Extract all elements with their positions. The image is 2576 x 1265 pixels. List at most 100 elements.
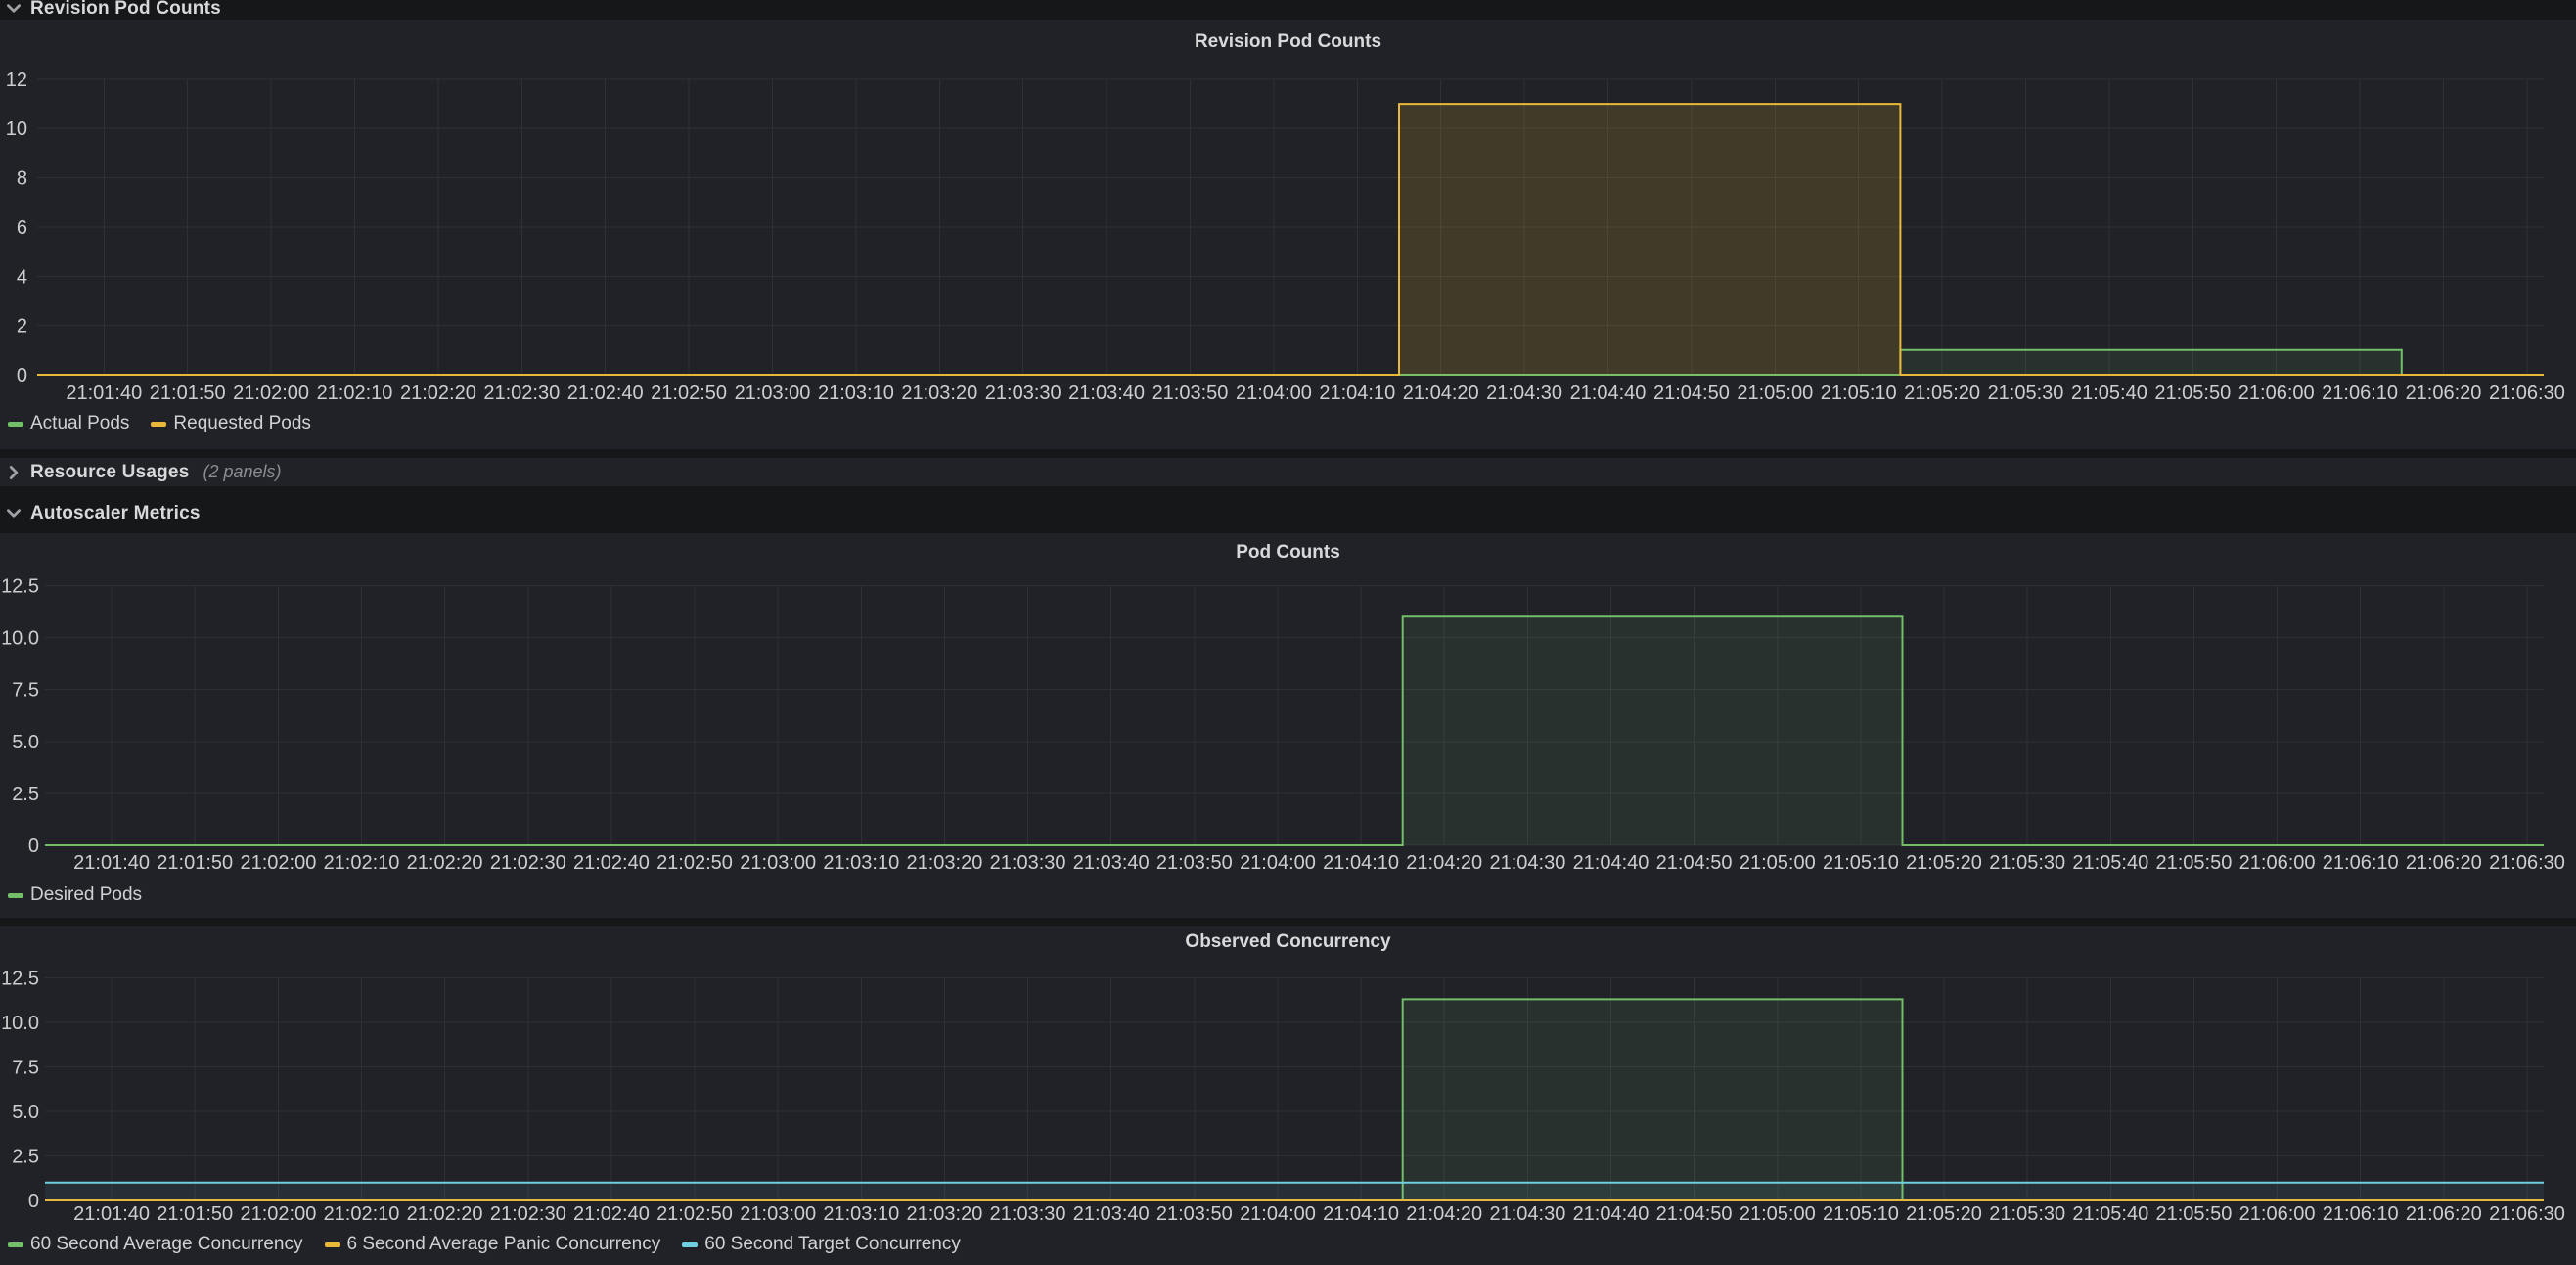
svg-text:21:02:10: 21:02:10	[324, 1203, 400, 1225]
svg-text:21:03:20: 21:03:20	[906, 852, 982, 874]
svg-text:21:04:50: 21:04:50	[1656, 852, 1733, 874]
svg-text:0: 0	[28, 1191, 39, 1212]
svg-text:21:04:30: 21:04:30	[1486, 383, 1562, 404]
legend-item[interactable]: Desired Pods	[8, 885, 142, 905]
svg-text:21:05:30: 21:05:30	[1989, 852, 2065, 874]
svg-text:21:03:50: 21:03:50	[1156, 852, 1233, 874]
legend-item[interactable]: Actual Pods	[8, 414, 129, 433]
svg-text:21:01:50: 21:01:50	[150, 383, 226, 404]
svg-text:21:03:10: 21:03:10	[823, 1203, 899, 1225]
svg-text:21:02:30: 21:02:30	[490, 1203, 566, 1225]
legend-series-marker	[325, 1242, 340, 1247]
chart-plot-revision-pod-counts[interactable]: 02468101221:01:4021:01:5021:02:0021:02:1…	[0, 20, 2576, 449]
row-header-autoscaler-metrics[interactable]: Autoscaler Metrics	[0, 494, 2576, 533]
svg-text:21:05:50: 21:05:50	[2155, 1203, 2232, 1225]
svg-text:21:05:10: 21:05:10	[1823, 1203, 1899, 1225]
svg-text:21:04:10: 21:04:10	[1319, 383, 1395, 404]
panel-observed-concurrency: Observed Concurrency 02.55.07.510.012.52…	[0, 926, 2576, 1265]
svg-text:21:01:40: 21:01:40	[73, 1203, 150, 1225]
svg-text:21:03:50: 21:03:50	[1156, 1203, 1233, 1225]
grid	[37, 79, 2544, 375]
svg-text:21:03:30: 21:03:30	[990, 1203, 1066, 1225]
svg-text:21:02:40: 21:02:40	[573, 852, 650, 874]
legend-item[interactable]: 60 Second Target Concurrency	[682, 1235, 961, 1254]
svg-text:21:05:30: 21:05:30	[1989, 1203, 2065, 1225]
row-header-resource-usages[interactable]: Resource Usages (2 panels)	[0, 458, 2576, 486]
svg-text:21:02:30: 21:02:30	[490, 852, 566, 874]
legend-item[interactable]: 6 Second Average Panic Concurrency	[325, 1235, 661, 1254]
svg-text:21:03:10: 21:03:10	[818, 383, 894, 404]
svg-text:21:01:50: 21:01:50	[157, 852, 233, 874]
svg-text:7.5: 7.5	[12, 680, 39, 701]
svg-text:21:05:10: 21:05:10	[1823, 852, 1899, 874]
legend-series-label: 60 Second Average Concurrency	[30, 1235, 303, 1254]
svg-text:12.5: 12.5	[1, 575, 39, 597]
svg-text:21:03:50: 21:03:50	[1152, 383, 1229, 404]
chart-plot-observed-concurrency[interactable]: 02.55.07.510.012.521:01:4021:01:5021:02:…	[0, 926, 2576, 1265]
svg-text:21:06:20: 21:06:20	[2406, 1203, 2482, 1225]
svg-text:21:03:00: 21:03:00	[740, 852, 816, 874]
grid	[45, 585, 2544, 845]
svg-text:10: 10	[6, 118, 27, 140]
svg-text:21:05:30: 21:05:30	[1988, 383, 2064, 404]
series-area	[37, 104, 2544, 375]
svg-text:21:01:50: 21:01:50	[157, 1203, 233, 1225]
legend-series-marker	[8, 893, 23, 898]
svg-text:21:06:10: 21:06:10	[2322, 383, 2398, 404]
svg-text:21:04:10: 21:04:10	[1323, 1203, 1399, 1225]
svg-text:21:06:30: 21:06:30	[2489, 1203, 2565, 1225]
svg-text:21:01:40: 21:01:40	[66, 383, 142, 404]
svg-text:5.0: 5.0	[12, 1102, 39, 1123]
svg-text:2: 2	[17, 316, 27, 338]
panel-pod-counts: Pod Counts 02.55.07.510.012.521:01:4021:…	[0, 533, 2576, 918]
series-line	[37, 104, 2544, 375]
row-title: Revision Pod Counts	[30, 0, 221, 18]
chart-plot-pod-counts[interactable]: 02.55.07.510.012.521:01:4021:01:5021:02:…	[0, 533, 2576, 918]
row-title: Resource Usages	[30, 462, 189, 483]
svg-text:21:05:20: 21:05:20	[1906, 852, 1982, 874]
svg-text:21:06:20: 21:06:20	[2406, 383, 2482, 404]
svg-text:21:04:50: 21:04:50	[1656, 1203, 1733, 1225]
svg-text:21:03:20: 21:03:20	[906, 1203, 982, 1225]
legend-item[interactable]: Requested Pods	[151, 414, 311, 433]
legend-item[interactable]: 60 Second Average Concurrency	[8, 1235, 303, 1254]
svg-text:0: 0	[28, 836, 39, 857]
svg-text:0: 0	[17, 365, 27, 386]
svg-text:21:04:40: 21:04:40	[1573, 1203, 1650, 1225]
svg-text:21:03:40: 21:03:40	[1068, 383, 1145, 404]
svg-text:21:05:00: 21:05:00	[1740, 1203, 1816, 1225]
dashboard: Revision Pod Counts Revision Pod Counts …	[0, 0, 2576, 1265]
svg-text:21:01:40: 21:01:40	[73, 852, 150, 874]
row-header-revision-pod-counts[interactable]: Revision Pod Counts	[0, 0, 2576, 18]
svg-text:21:04:00: 21:04:00	[1240, 852, 1316, 874]
svg-text:21:02:20: 21:02:20	[407, 1203, 483, 1225]
svg-text:21:05:40: 21:05:40	[2072, 852, 2148, 874]
svg-text:21:03:00: 21:03:00	[735, 383, 811, 404]
svg-text:21:02:10: 21:02:10	[317, 383, 393, 404]
svg-text:10.0: 10.0	[1, 628, 39, 650]
svg-text:5.0: 5.0	[12, 732, 39, 753]
svg-text:21:06:30: 21:06:30	[2489, 383, 2565, 404]
svg-text:21:04:30: 21:04:30	[1489, 1203, 1565, 1225]
svg-text:21:06:00: 21:06:00	[2239, 852, 2316, 874]
svg-text:21:03:30: 21:03:30	[990, 852, 1066, 874]
svg-text:21:05:00: 21:05:00	[1740, 852, 1816, 874]
svg-text:21:06:10: 21:06:10	[2323, 1203, 2399, 1225]
svg-text:21:03:00: 21:03:00	[740, 1203, 816, 1225]
svg-text:21:05:00: 21:05:00	[1737, 383, 1813, 404]
chevron-down-icon[interactable]	[5, 505, 23, 522]
chevron-down-icon[interactable]	[5, 0, 23, 18]
svg-text:12: 12	[6, 69, 27, 91]
chevron-right-icon[interactable]	[5, 464, 23, 481]
svg-text:2.5: 2.5	[12, 1147, 39, 1168]
legend: 60 Second Average Concurrency 6 Second Av…	[8, 1235, 961, 1254]
svg-text:21:04:20: 21:04:20	[1406, 1203, 1482, 1225]
legend-series-label: Actual Pods	[30, 414, 129, 433]
row-title: Autoscaler Metrics	[30, 503, 201, 524]
svg-text:21:02:50: 21:02:50	[651, 383, 727, 404]
grid	[45, 978, 2544, 1200]
svg-text:21:02:20: 21:02:20	[407, 852, 483, 874]
svg-text:21:03:30: 21:03:30	[985, 383, 1062, 404]
svg-text:21:06:00: 21:06:00	[2239, 1203, 2316, 1225]
svg-text:8: 8	[17, 168, 27, 190]
